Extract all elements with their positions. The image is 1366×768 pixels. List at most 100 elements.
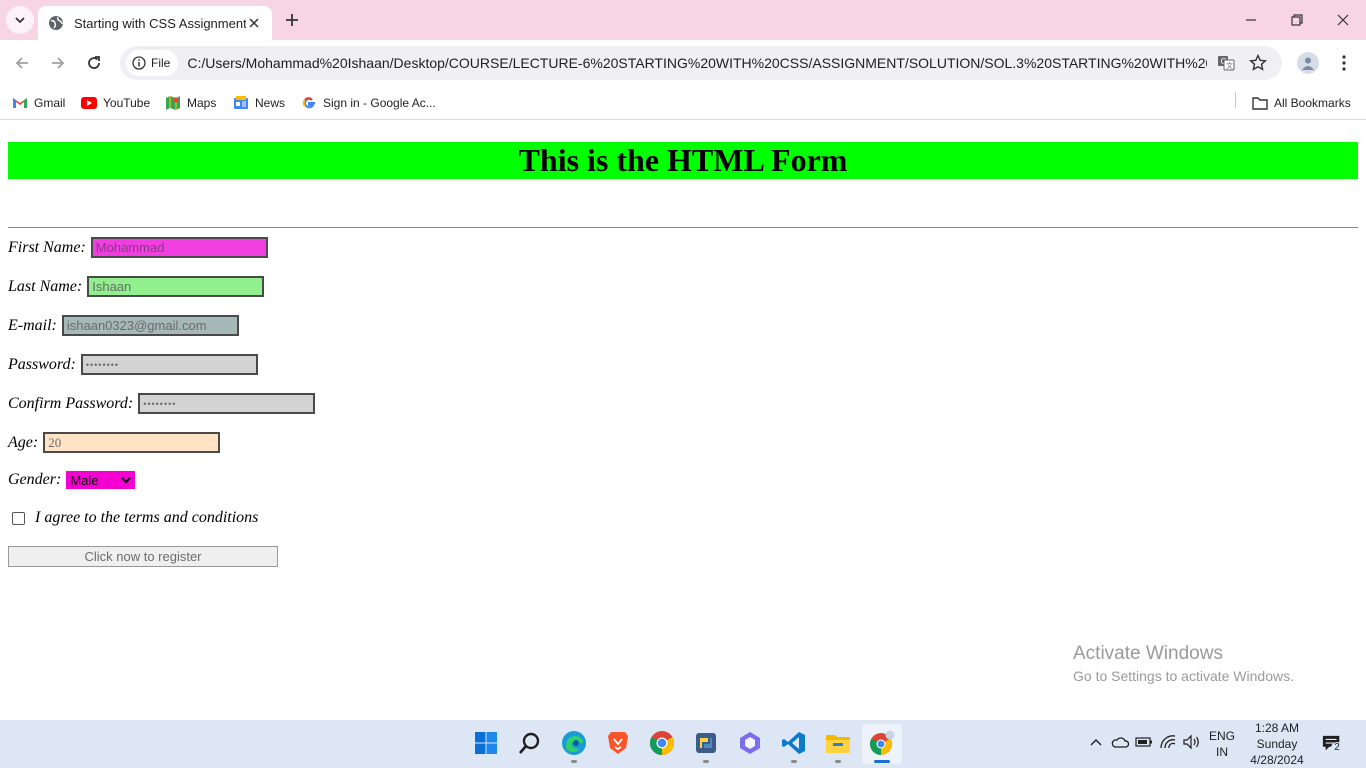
close-window-button[interactable] (1331, 8, 1355, 32)
clock[interactable]: 1:28 AM Sunday 4/28/2024 (1246, 720, 1308, 768)
region-code: IN (1216, 745, 1228, 759)
close-tab-icon[interactable] (246, 15, 262, 31)
plus-icon (286, 14, 298, 26)
new-tab-button[interactable] (281, 9, 303, 31)
last-name-row: Last Name: Ishaan (8, 276, 265, 297)
chevron-down-icon (15, 17, 25, 24)
email-label: E-mail: (8, 316, 57, 334)
taskbar-file-explorer[interactable] (823, 728, 853, 763)
back-button[interactable] (10, 51, 34, 75)
language-indicator[interactable]: ENG IN (1206, 728, 1238, 760)
taskbar-copilot[interactable] (735, 728, 765, 758)
clock-date: 4/28/2024 (1250, 753, 1304, 767)
taskbar-chrome-active[interactable] (867, 728, 897, 763)
profile-avatar[interactable] (1297, 52, 1319, 74)
forward-button[interactable] (46, 51, 70, 75)
notification-center-button[interactable]: 2 (1322, 734, 1343, 754)
all-bookmarks-button[interactable]: All Bookmarks (1252, 92, 1351, 114)
file-chip-label: File (151, 56, 171, 70)
gender-label: Gender: (8, 471, 62, 488)
notification-count: 2 (1331, 742, 1343, 754)
chrome-profile-icon (870, 730, 895, 755)
register-button[interactable]: Click now to register (8, 546, 278, 567)
star-icon[interactable] (1248, 53, 1268, 73)
clock-time: 1:28 AM (1254, 721, 1300, 735)
clock-day: Sunday (1256, 737, 1298, 751)
tab-strip: Starting with CSS Assignment (0, 0, 1366, 40)
watermark-subtitle: Go to Settings to activate Windows. (1073, 668, 1294, 684)
first-name-row: First Name: Mohammad (8, 237, 268, 258)
gender-select[interactable]: Male (66, 471, 136, 489)
battery-icon[interactable] (1134, 732, 1154, 752)
last-name-label: Last Name: (8, 277, 83, 295)
taskbar-edge[interactable] (559, 728, 589, 763)
bookmark-label: Maps (187, 96, 217, 110)
web-page: This is the HTML Form First Name: Mohamm… (0, 121, 1366, 720)
maps-icon (165, 95, 181, 111)
email-input[interactable]: ishaan0323@gmail.com (61, 315, 239, 336)
taskbar-brave[interactable] (603, 728, 633, 758)
tab-search-button[interactable] (6, 6, 34, 34)
minimize-icon (1246, 19, 1256, 21)
onedrive-icon[interactable] (1110, 732, 1130, 752)
svg-text:文: 文 (1226, 61, 1233, 70)
news-icon (233, 95, 249, 111)
search-icon (519, 732, 540, 754)
page-title: This is the HTML Form (8, 142, 1358, 179)
start-button[interactable] (471, 728, 501, 758)
horizontal-rule (8, 227, 1358, 228)
first-name-input[interactable]: Mohammad (90, 237, 268, 258)
bookmark-gmail[interactable]: Gmail (12, 92, 65, 114)
search-button[interactable] (515, 728, 545, 758)
terms-checkbox[interactable] (12, 511, 25, 525)
site-info-chip[interactable]: File (126, 50, 179, 76)
bookmark-youtube[interactable]: YouTube (81, 92, 150, 114)
bookmark-label: News (255, 96, 286, 110)
arrow-right-icon (52, 57, 65, 69)
show-hidden-icons-button[interactable] (1086, 732, 1106, 752)
browser-menu-button[interactable] (1334, 53, 1354, 73)
last-name-input[interactable]: Ishaan (87, 276, 265, 297)
avatar-icon (1302, 57, 1314, 70)
reload-button[interactable] (82, 51, 106, 75)
bookmark-google-signin[interactable]: Sign in - Google Ac... (301, 92, 436, 114)
restore-button[interactable] (1285, 8, 1309, 32)
brave-icon (608, 732, 628, 754)
bookmarks-divider (1235, 92, 1236, 108)
python-icon (696, 733, 716, 753)
wifi-icon[interactable] (1158, 732, 1178, 752)
password-input[interactable]: •••••••• (80, 354, 258, 375)
confirm-password-row: Confirm Password: •••••••• (8, 393, 316, 414)
browser-toolbar: File C:/Users/Mohammad%20Ishaan/Desktop/… (0, 40, 1366, 86)
active-indicator (874, 760, 890, 763)
bookmark-label: Sign in - Google Ac... (323, 96, 436, 110)
close-icon (1337, 14, 1349, 26)
tab-title: Starting with CSS Assignment (74, 15, 246, 31)
confirm-password-input[interactable]: •••••••• (138, 393, 316, 414)
windows-icon (475, 732, 497, 754)
terms-row: I agree to the terms and conditions (7, 509, 258, 527)
age-input[interactable]: 20 (43, 432, 221, 453)
first-name-label: First Name: (8, 238, 86, 256)
folder-icon (1252, 95, 1268, 111)
windows-taskbar: ENG IN 1:28 AM Sunday 4/28/2024 2 (0, 720, 1366, 768)
taskbar-python[interactable] (691, 728, 721, 763)
bookmark-label: Gmail (34, 96, 66, 110)
copilot-icon (740, 732, 760, 754)
info-icon (132, 56, 146, 70)
bookmark-news[interactable]: News (233, 92, 285, 114)
volume-icon[interactable] (1182, 732, 1202, 752)
gmail-icon (12, 95, 28, 111)
bookmark-maps[interactable]: Maps (165, 92, 216, 114)
address-bar[interactable]: File C:/Users/Mohammad%20Ishaan/Desktop/… (120, 46, 1282, 80)
taskbar-chrome[interactable] (647, 728, 677, 758)
translate-icon[interactable]: G文 (1216, 53, 1236, 73)
watermark-title: Activate Windows (1073, 643, 1223, 664)
more-vertical-icon (1342, 55, 1346, 71)
all-bookmarks-label: All Bookmarks (1274, 96, 1351, 110)
taskbar-vscode[interactable] (779, 728, 809, 763)
active-tab[interactable]: Starting with CSS Assignment (38, 6, 272, 40)
minimize-button[interactable] (1239, 8, 1263, 32)
confirm-password-label: Confirm Password: (8, 394, 134, 412)
url-text[interactable]: C:/Users/Mohammad%20Ishaan/Desktop/COURS… (187, 55, 1207, 71)
